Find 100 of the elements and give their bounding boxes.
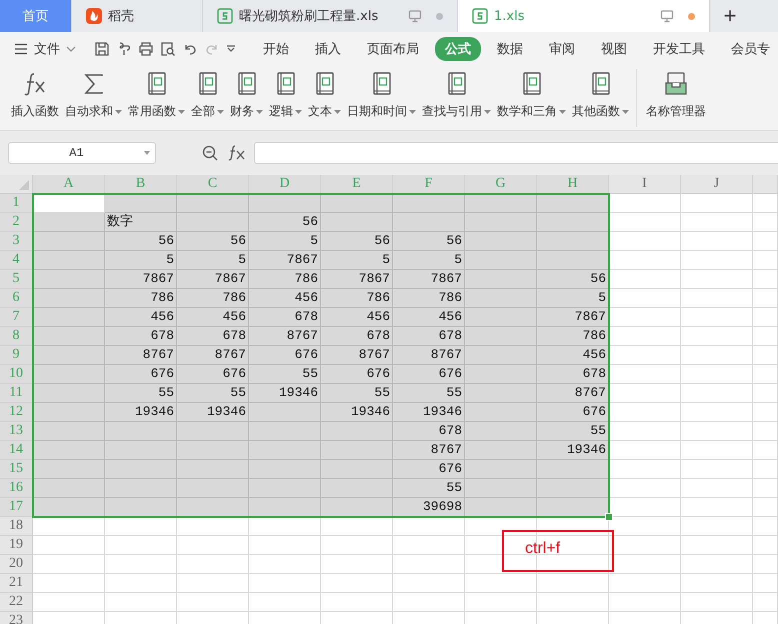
table-cell: 55 [321, 384, 393, 403]
table-cell: 19346 [537, 441, 609, 460]
table-cell: 56 [177, 232, 249, 251]
file-menu-button[interactable]: 文件 [10, 40, 80, 58]
row-header[interactable]: 20 [0, 555, 33, 574]
new-tab-button[interactable]: + [710, 0, 750, 32]
ribbon-tab[interactable]: 页面布局 [357, 36, 429, 60]
table-cell: 786 [177, 289, 249, 308]
ribbon-button[interactable]: 插入函数 [8, 69, 62, 122]
ribbon-button[interactable]: 文本 [305, 69, 344, 122]
row-header[interactable]: 23 [0, 612, 33, 624]
table-cell: 5 [321, 251, 393, 270]
table-cell: 5 [393, 251, 465, 270]
ribbon-tab[interactable]: 审阅 [539, 36, 585, 60]
table-cell: 56 [321, 232, 393, 251]
ribbon-button[interactable]: 财务 [227, 69, 266, 122]
table-cell: 7867 [321, 270, 393, 289]
ribbon-tab[interactable]: 数据 [487, 36, 533, 60]
ribbon-button[interactable]: 名称管理器 [643, 69, 709, 122]
table-cell: 8767 [537, 384, 609, 403]
ribbon-button[interactable]: 数学和三角 [494, 69, 569, 122]
table-cell: 456 [321, 308, 393, 327]
table-cell: 786 [321, 289, 393, 308]
table-cell: 19346 [105, 403, 177, 422]
name-box[interactable]: A1 [8, 142, 156, 164]
row-header[interactable]: 22 [0, 593, 33, 612]
table-cell: 19346 [393, 403, 465, 422]
table-cell: 8767 [177, 346, 249, 365]
table-cell: 55 [393, 479, 465, 498]
table-cell: 5 [537, 289, 609, 308]
table-cell: 678 [393, 422, 465, 441]
table-cell: 7867 [537, 308, 609, 327]
table-cell: 676 [537, 403, 609, 422]
table-cell: 678 [249, 308, 321, 327]
table-cell: 55 [177, 384, 249, 403]
table-cell: 786 [249, 270, 321, 289]
table-cell: 676 [105, 365, 177, 384]
table-cell: 678 [321, 327, 393, 346]
table-cell: 786 [105, 289, 177, 308]
ribbon-tab[interactable]: 开发工具 [643, 36, 715, 60]
table-cell: 8767 [321, 346, 393, 365]
table-cell: 676 [249, 346, 321, 365]
table-cell: 456 [105, 308, 177, 327]
table-cell: 678 [177, 327, 249, 346]
table-cell: 676 [393, 460, 465, 479]
table-cell: 55 [393, 384, 465, 403]
table-cell: 56 [249, 213, 321, 232]
table-cell: 8767 [105, 346, 177, 365]
row-header[interactable]: 21 [0, 574, 33, 593]
table-cell: 456 [537, 346, 609, 365]
table-cell: 8767 [249, 327, 321, 346]
table-cell: 19346 [177, 403, 249, 422]
table-cell: 5 [105, 251, 177, 270]
document-tab[interactable]: 1.xls [458, 0, 710, 32]
table-cell: 56 [393, 232, 465, 251]
ribbon-button[interactable]: 自动求和 [62, 69, 125, 122]
ribbon-button[interactable]: 逻辑 [266, 69, 305, 122]
ribbon-button[interactable]: 日期和时间 [344, 69, 419, 122]
ribbon-tab[interactable]: 视图 [591, 36, 637, 60]
table-cell: 676 [177, 365, 249, 384]
table-cell: 19346 [249, 384, 321, 403]
ribbon-button[interactable]: 常用函数 [125, 69, 188, 122]
table-cell: 56 [105, 232, 177, 251]
table-cell: 19346 [321, 403, 393, 422]
table-cell: 456 [177, 308, 249, 327]
table-cell: 5 [249, 232, 321, 251]
table-cell: 39698 [393, 498, 465, 517]
table-cell: 678 [105, 327, 177, 346]
ribbon-tab[interactable]: 插入 [305, 36, 351, 60]
table-cell: 678 [393, 327, 465, 346]
table-cell: 7867 [393, 270, 465, 289]
ribbon-button[interactable]: 全部 [188, 69, 227, 122]
table-cell: 8767 [393, 441, 465, 460]
ribbon-button[interactable]: 查找与引用 [419, 69, 494, 122]
table-cell: 56 [537, 270, 609, 289]
table-cell: 55 [105, 384, 177, 403]
table-cell: 676 [321, 365, 393, 384]
table-cell: 786 [537, 327, 609, 346]
ribbon-tab[interactable]: 开始 [253, 36, 299, 60]
table-cell: 676 [393, 365, 465, 384]
column-header[interactable]: I [609, 175, 681, 194]
table-cell: 55 [537, 422, 609, 441]
table-cell: 678 [537, 365, 609, 384]
table-cell: 7867 [105, 270, 177, 289]
table-cell: 7867 [249, 251, 321, 270]
ribbon-tab[interactable]: 公式 [435, 36, 481, 60]
row-header[interactable]: 19 [0, 536, 33, 555]
table-cell: 7867 [177, 270, 249, 289]
table-cell: 456 [393, 308, 465, 327]
row-header[interactable]: 18 [0, 517, 33, 536]
table-cell: 5 [177, 251, 249, 270]
table-cell: 456 [249, 289, 321, 308]
table-cell: 786 [393, 289, 465, 308]
table-cell: 8767 [393, 346, 465, 365]
table-cell: 55 [249, 365, 321, 384]
table-cell: 数字 [105, 213, 177, 232]
ribbon-tab[interactable]: 会员专 [721, 36, 778, 60]
document-tab[interactable]: 首页 [0, 0, 72, 32]
ribbon-button[interactable]: 其他函数 [569, 69, 632, 122]
column-header[interactable]: J [681, 175, 753, 194]
